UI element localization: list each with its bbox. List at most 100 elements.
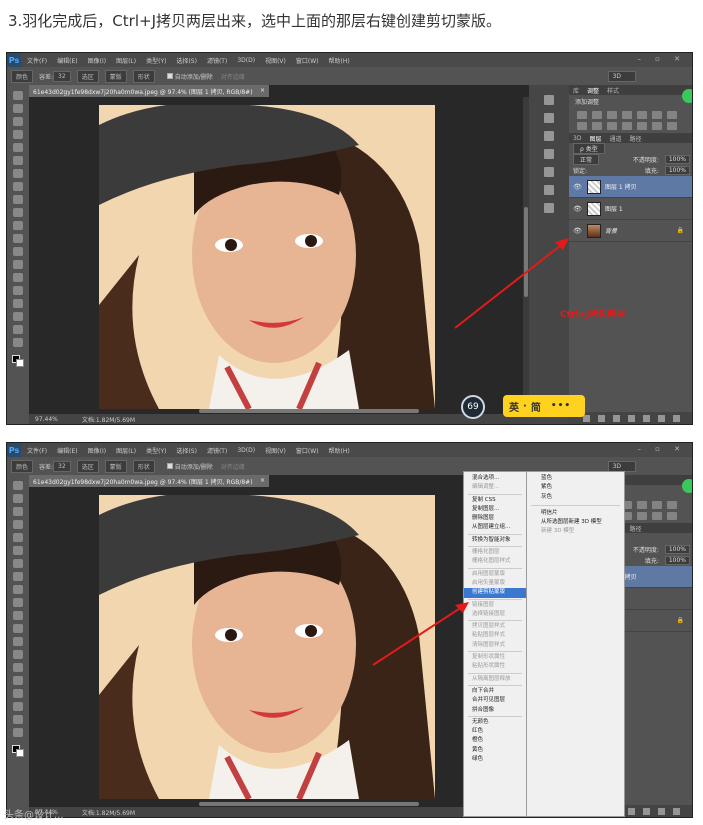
threshold-icon[interactable] bbox=[667, 122, 677, 130]
vibrance-icon[interactable] bbox=[637, 111, 647, 119]
eye-icon[interactable]: 👁 bbox=[573, 183, 583, 191]
horizontal-scrollbar[interactable] bbox=[199, 802, 419, 806]
trash-icon[interactable] bbox=[673, 807, 680, 815]
brightness-icon[interactable] bbox=[577, 111, 587, 119]
ime-simplified[interactable]: 简 bbox=[531, 399, 541, 414]
shape-button[interactable]: 形状 bbox=[132, 69, 155, 83]
document-tab[interactable]: 61e43d02gy1fe98dxw7j20ha0m0wa.jpeg @ 97.… bbox=[29, 85, 269, 97]
auto-add-checkbox[interactable]: 自动添加/删除 bbox=[166, 462, 213, 471]
path-select-icon[interactable] bbox=[13, 689, 23, 698]
opacity-input[interactable]: 100% bbox=[664, 545, 690, 554]
mask-button[interactable]: 蒙版 bbox=[104, 69, 127, 83]
zoom-tool-icon[interactable] bbox=[13, 338, 23, 347]
mask-icon[interactable] bbox=[613, 414, 620, 422]
history-brush-icon[interactable] bbox=[13, 208, 23, 217]
adjust-layer-icon[interactable] bbox=[628, 414, 635, 422]
hue-icon[interactable] bbox=[652, 501, 662, 509]
context-menu-item[interactable]: 向下合并 bbox=[464, 687, 526, 696]
menu-filter[interactable]: 滤镜(T) bbox=[207, 56, 227, 65]
eraser-tool-icon[interactable] bbox=[13, 221, 23, 230]
menu-layer[interactable]: 图层(L) bbox=[116, 446, 136, 455]
window-controls[interactable]: – ▫ ✕ bbox=[637, 445, 686, 453]
hand-tool-icon[interactable] bbox=[13, 325, 23, 334]
context-menu-item[interactable]: 红色 bbox=[464, 727, 526, 736]
channel-mixer-icon[interactable] bbox=[607, 122, 617, 130]
move-tool-icon[interactable] bbox=[13, 91, 23, 100]
background-color[interactable] bbox=[16, 359, 24, 367]
blur-tool-icon[interactable] bbox=[13, 247, 23, 256]
levels-icon[interactable] bbox=[592, 111, 602, 119]
crop-tool-icon[interactable] bbox=[13, 143, 23, 152]
trash-icon[interactable] bbox=[673, 414, 680, 422]
new-layer-icon[interactable] bbox=[658, 414, 665, 422]
mode-select[interactable]: 颜色 bbox=[11, 459, 34, 473]
balance-icon[interactable] bbox=[667, 501, 677, 509]
context-menu-item[interactable]: 无颜色 bbox=[464, 718, 526, 727]
mask-button[interactable]: 蒙版 bbox=[104, 459, 127, 473]
eyedropper-tool-icon[interactable] bbox=[13, 156, 23, 165]
marquee-tool-icon[interactable] bbox=[13, 494, 23, 503]
ime-mode[interactable]: 英 bbox=[509, 399, 519, 414]
ime-toolbar[interactable]: 英 · 简 ••• bbox=[503, 395, 585, 417]
tab-library[interactable]: 库 bbox=[573, 86, 579, 95]
menu-edit[interactable]: 编辑(E) bbox=[57, 56, 77, 65]
menu-filter[interactable]: 滤镜(T) bbox=[207, 446, 227, 455]
menu-type[interactable]: 类型(Y) bbox=[146, 446, 166, 455]
context-menu-item[interactable]: 黄色 bbox=[464, 746, 526, 755]
opacity-input[interactable]: 100% bbox=[664, 155, 690, 164]
lasso-tool-icon[interactable] bbox=[13, 507, 23, 516]
menu-edit[interactable]: 编辑(E) bbox=[57, 446, 77, 455]
selection-button[interactable]: 选区 bbox=[76, 69, 99, 83]
history-icon[interactable] bbox=[544, 95, 554, 105]
menu-help[interactable]: 帮助(H) bbox=[329, 446, 350, 455]
menu-layer[interactable]: 图层(L) bbox=[116, 56, 136, 65]
pen-tool-icon[interactable] bbox=[13, 273, 23, 282]
eye-icon[interactable]: 👁 bbox=[573, 205, 583, 213]
new-layer-icon[interactable] bbox=[658, 807, 665, 815]
tab-styles[interactable]: 样式 bbox=[607, 86, 619, 95]
menu-window[interactable]: 窗口(W) bbox=[296, 56, 319, 65]
context-menu-item[interactable]: 从图层建立组... bbox=[464, 523, 526, 532]
pen-tool-icon[interactable] bbox=[13, 663, 23, 672]
layer-row[interactable]: 👁 背景 🔒 bbox=[569, 220, 692, 242]
context-menu-item[interactable]: 紫色 bbox=[527, 483, 624, 492]
balance-icon[interactable] bbox=[667, 111, 677, 119]
context-menu-item[interactable]: 明信片 bbox=[527, 509, 624, 518]
tab-3d[interactable]: 3D bbox=[573, 135, 581, 142]
group-icon[interactable] bbox=[643, 807, 650, 815]
tolerance-input[interactable]: 32 bbox=[53, 70, 71, 82]
menu-select[interactable]: 选择(S) bbox=[176, 446, 197, 455]
type-tool-icon[interactable] bbox=[13, 286, 23, 295]
crop-tool-icon[interactable] bbox=[13, 533, 23, 542]
context-menu-item[interactable]: 灰色 bbox=[527, 493, 624, 502]
bw-icon[interactable] bbox=[577, 122, 587, 130]
menu-3d[interactable]: 3D(D) bbox=[237, 57, 255, 64]
context-menu-item[interactable]: 橙色 bbox=[464, 736, 526, 745]
context-menu-item[interactable]: 混合选项... bbox=[464, 474, 526, 483]
tolerance-input[interactable]: 32 bbox=[53, 460, 71, 472]
play-icon[interactable] bbox=[544, 113, 554, 123]
menu-file[interactable]: 文件(F) bbox=[27, 446, 47, 455]
menu-image[interactable]: 图像(I) bbox=[88, 56, 106, 65]
menu-help[interactable]: 帮助(H) bbox=[329, 56, 350, 65]
context-menu-item[interactable]: 从所选图层新建 3D 模型 bbox=[527, 518, 624, 527]
workspace-select[interactable]: 3D bbox=[607, 460, 636, 472]
healing-tool-icon[interactable] bbox=[13, 169, 23, 178]
tab-channels[interactable]: 通道 bbox=[609, 134, 621, 143]
threshold-icon[interactable] bbox=[667, 512, 677, 520]
tab-paths[interactable]: 路径 bbox=[629, 524, 641, 533]
quick-select-tool-icon[interactable] bbox=[13, 520, 23, 529]
stamp-tool-icon[interactable] bbox=[13, 585, 23, 594]
invert-icon[interactable] bbox=[637, 512, 647, 520]
close-tab-icon[interactable]: × bbox=[260, 477, 265, 484]
menu-3d[interactable]: 3D(D) bbox=[237, 447, 255, 454]
properties-icon[interactable] bbox=[544, 131, 554, 141]
fill-input[interactable]: 100% bbox=[664, 556, 690, 565]
hand-tool-icon[interactable] bbox=[13, 715, 23, 724]
workspace-select[interactable]: 3D bbox=[607, 70, 636, 82]
gradient-tool-icon[interactable] bbox=[13, 234, 23, 243]
canvas[interactable] bbox=[99, 105, 435, 409]
tab-adjustments[interactable]: 调整 bbox=[587, 86, 599, 95]
move-tool-icon[interactable] bbox=[13, 481, 23, 490]
photo-filter-icon[interactable] bbox=[592, 122, 602, 130]
